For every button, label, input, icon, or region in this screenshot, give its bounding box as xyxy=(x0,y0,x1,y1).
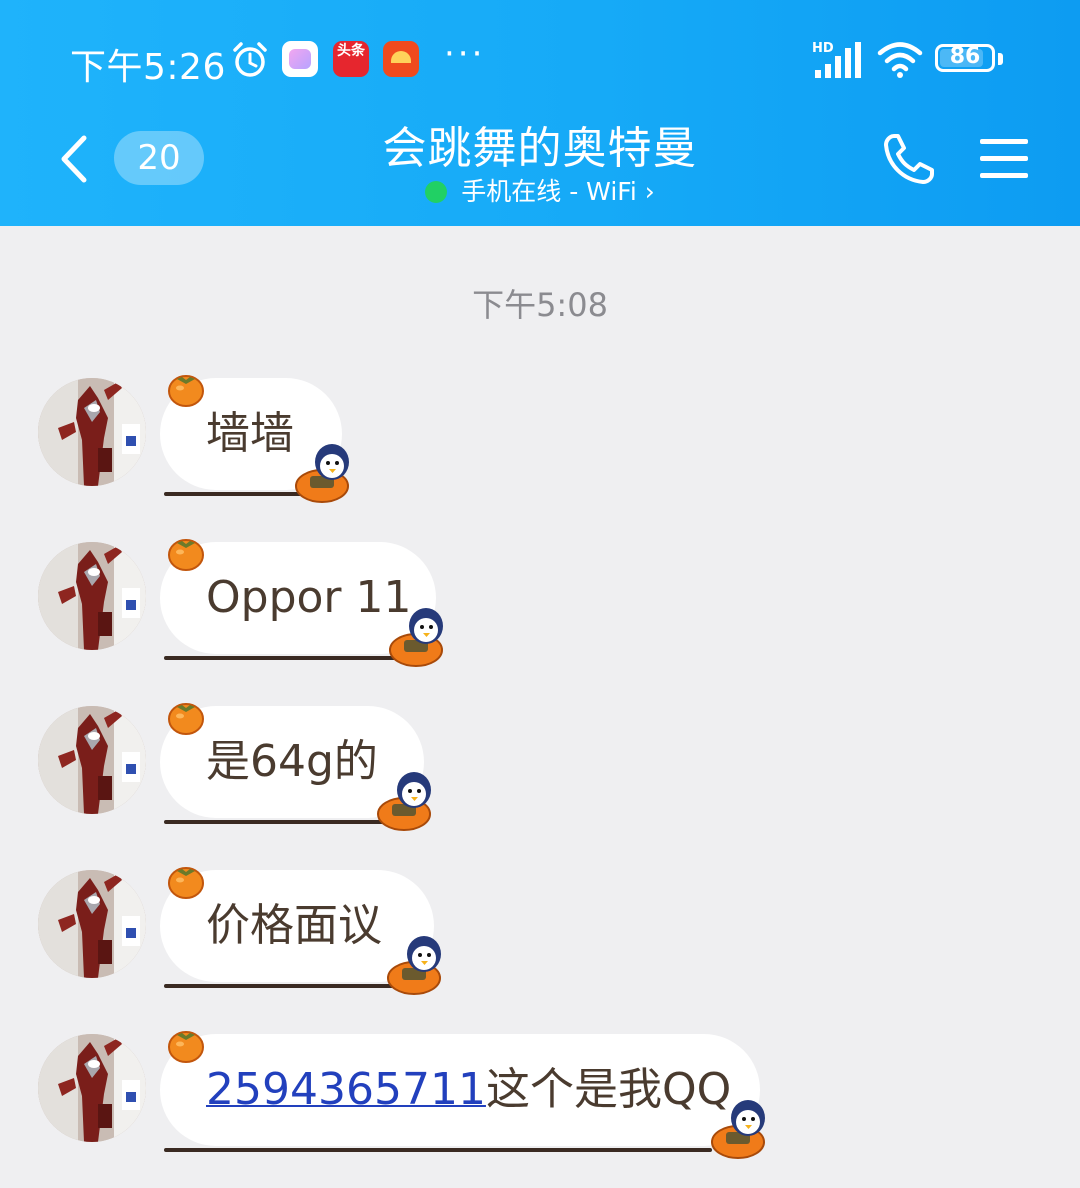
status-bar: 下午5:26 头条 ··· HD 86 xyxy=(0,28,1080,92)
message-text: 价格面议 xyxy=(206,900,382,951)
bubble-underline xyxy=(164,820,386,824)
penguin-persimmon-icon xyxy=(377,771,432,831)
chat-header: 下午5:26 头条 ··· HD 86 20 会跳舞的奥特曼 手机在线 - Wi… xyxy=(0,0,1080,226)
message-row: 墙墙 xyxy=(0,375,1080,518)
persimmon-badge-icon xyxy=(168,375,204,407)
more-notifications-icon: ··· xyxy=(444,34,486,74)
persimmon-badge-icon xyxy=(168,539,204,571)
avatar[interactable] xyxy=(38,870,146,978)
avatar[interactable] xyxy=(38,1034,146,1142)
message-row: 2594365711这个是我QQ xyxy=(0,1031,1080,1174)
message-text: 墙墙 xyxy=(206,408,294,459)
chat-timestamp: 下午5:08 xyxy=(472,286,608,324)
penguin-persimmon-icon xyxy=(387,935,442,995)
phone-call-icon[interactable] xyxy=(880,130,938,188)
status-time: 下午5:26 xyxy=(70,47,226,88)
message-row: 价格面议 xyxy=(0,867,1080,1010)
persimmon-badge-icon xyxy=(168,867,204,899)
menu-icon[interactable] xyxy=(978,136,1030,182)
message-text: Oppor 11 xyxy=(206,572,412,623)
toutiao-app-icon: 头条 xyxy=(333,41,369,77)
bubble-underline xyxy=(164,984,396,988)
back-icon[interactable] xyxy=(52,132,96,186)
online-dot-icon xyxy=(425,181,448,203)
message-text-suffix: 这个是我QQ xyxy=(485,1064,732,1115)
penguin-persimmon-icon xyxy=(711,1099,766,1159)
avatar[interactable] xyxy=(38,378,146,486)
message-text: 2594365711这个是我QQ xyxy=(206,1034,731,1146)
avatar[interactable] xyxy=(38,542,146,650)
penguin-persimmon-icon xyxy=(389,607,444,667)
battery-cap xyxy=(998,53,1003,65)
avatar[interactable] xyxy=(38,706,146,814)
contact-name[interactable]: 会跳舞的奥特曼 xyxy=(340,112,740,176)
online-status[interactable]: 手机在线 - WiFi › xyxy=(300,172,780,208)
hd-signal-icon: HD xyxy=(812,41,861,78)
message-row: 是64g的 xyxy=(0,703,1080,846)
alarm-icon xyxy=(233,42,267,77)
chevron-right-icon: › xyxy=(644,177,655,206)
news-app-icon xyxy=(383,41,419,77)
online-status-text: 手机在线 - WiFi xyxy=(461,177,637,206)
unread-count-badge[interactable]: 20 xyxy=(114,131,204,185)
battery-icon: 86 xyxy=(935,44,995,72)
persimmon-badge-icon xyxy=(168,1031,204,1063)
message-bubble[interactable]: 2594365711这个是我QQ xyxy=(160,1034,760,1146)
message-text: 是64g的 xyxy=(206,736,378,787)
svg-text:HD: HD xyxy=(812,41,834,56)
bubble-underline xyxy=(164,656,398,660)
qq-number-link[interactable]: 2594365711 xyxy=(206,1064,486,1115)
persimmon-badge-icon xyxy=(168,703,204,735)
bubble-underline xyxy=(164,1148,712,1152)
wifi-icon xyxy=(877,42,923,78)
message-row: Oppor 11 xyxy=(0,539,1080,682)
penguin-persimmon-icon xyxy=(295,443,350,503)
bubble-underline xyxy=(164,492,304,496)
photo-app-icon xyxy=(282,41,318,77)
